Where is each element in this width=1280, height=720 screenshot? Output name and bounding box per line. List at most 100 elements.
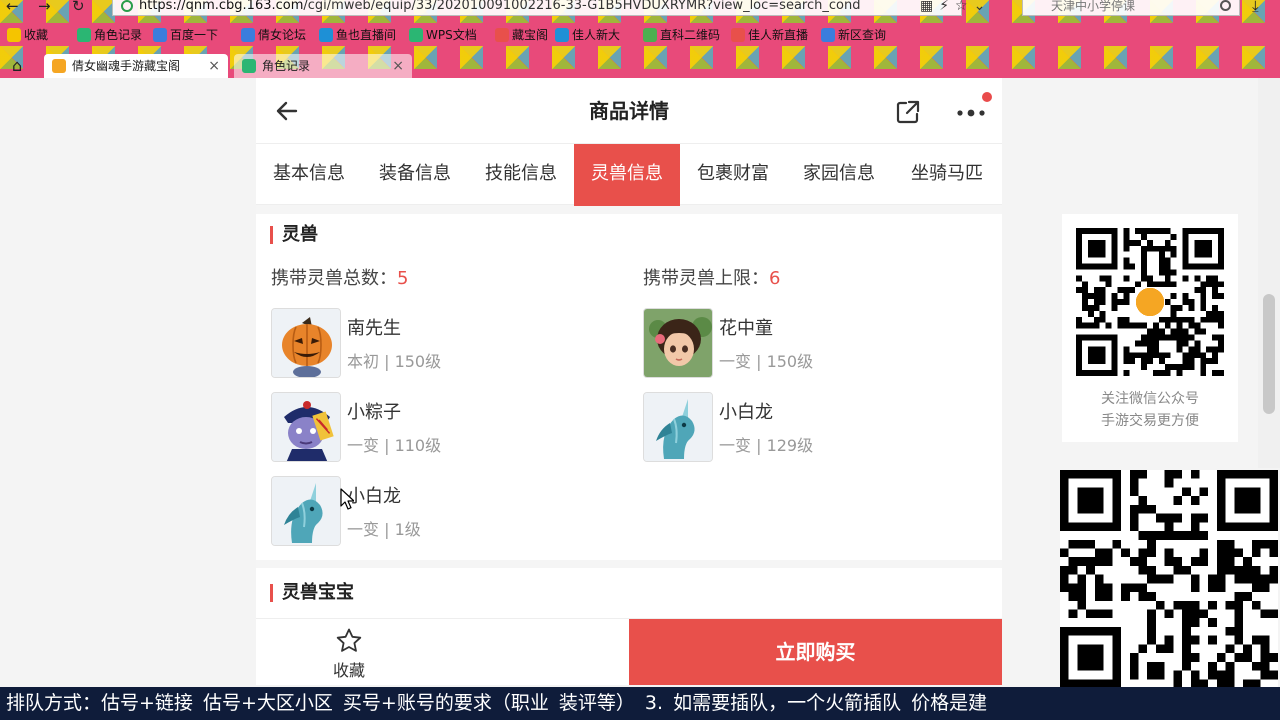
page-scrollbar[interactable] xyxy=(1258,78,1280,468)
scrollbar-thumb[interactable] xyxy=(1263,294,1275,414)
beast-avatar-unicorn xyxy=(271,476,341,546)
beast-card[interactable]: 花中童 一变 | 150级 xyxy=(643,308,1002,380)
more-dots-icon[interactable] xyxy=(954,100,988,126)
beast-name: 花中童 xyxy=(719,318,773,339)
close-tab-icon[interactable]: × xyxy=(392,54,404,78)
browser-search-text: 天津中小学停课 xyxy=(1051,0,1136,13)
bookmark-item[interactable]: 直科二维码 xyxy=(640,25,724,45)
bookmark-item[interactable]: 佳人新直播 xyxy=(728,25,812,45)
star-icon xyxy=(336,628,362,652)
mouse-cursor-icon xyxy=(340,488,354,510)
tab-2[interactable]: 装备信息 xyxy=(362,144,468,206)
browser-tab-cbg[interactable]: 倩女幽魂手游藏宝阁 × xyxy=(44,54,228,78)
bookmark-favicon-icon xyxy=(555,28,569,42)
tab-7[interactable]: 坐骑马匹 xyxy=(892,144,1002,206)
forward-nav-icon[interactable]: → xyxy=(38,0,51,15)
address-row: ← → ↻ https://qnm.cbg.163.com/cgi/mweb/e… xyxy=(0,0,1280,18)
bookmark-favicon-icon xyxy=(319,28,333,42)
beast-card[interactable]: 小白龙 一变 | 1级 xyxy=(271,476,631,548)
bookmark-item[interactable]: 鱼也直播间 xyxy=(316,25,400,45)
address-tools-icons[interactable]: ▦⚡☆⌄ xyxy=(920,0,991,14)
section-title: 灵兽 xyxy=(270,222,318,248)
beast-avatar-pumpkin xyxy=(271,308,341,378)
beast-avatar-girl xyxy=(643,308,713,378)
bookmark-label: 新区查询 xyxy=(838,28,887,42)
bookmark-item[interactable]: 藏宝阁 xyxy=(492,25,552,45)
stream-ticker: 排队方式：估号+链接 估号+大区小区 买号+账号的要求（职业 装评等） 3. 如… xyxy=(0,687,1280,720)
reload-icon[interactable]: ↻ xyxy=(72,0,85,15)
bookmark-label: 百度一下 xyxy=(170,28,219,42)
beast-name: 南先生 xyxy=(347,318,401,339)
back-arrow-icon[interactable] xyxy=(272,96,302,126)
close-tab-icon[interactable]: × xyxy=(208,54,220,78)
beast-total-value: 5 xyxy=(397,268,409,289)
download-icon[interactable]: ⤓ xyxy=(1252,0,1259,15)
bottom-action-bar: 收藏 立即购买 xyxy=(256,618,1002,685)
bookmark-favicon-icon xyxy=(153,28,167,42)
favorite-button[interactable]: 收藏 xyxy=(314,627,384,681)
wechat-qr-card: 关注微信公众号 手游交易更方便 xyxy=(1062,214,1238,442)
browser-tab-label: 角色记录 xyxy=(262,59,311,73)
beast-total: 携带灵兽总数：5 xyxy=(271,264,408,290)
tab-5[interactable]: 包裹财富 xyxy=(680,144,786,206)
bookmark-item[interactable]: 角色记录 xyxy=(74,25,146,45)
beast-avatar-unicorn xyxy=(643,392,713,462)
buy-now-button[interactable]: 立即购买 xyxy=(629,619,1002,685)
cbg-favicon-icon xyxy=(52,59,66,73)
bookmark-item[interactable]: 百度一下 xyxy=(150,25,222,45)
tab-3[interactable]: 技能信息 xyxy=(468,144,574,206)
beast-name: 小白龙 xyxy=(719,402,773,423)
stream-qr-code xyxy=(1060,470,1278,688)
bookmark-item[interactable]: 佳人新大 xyxy=(552,25,624,45)
bookmark-favicon-icon xyxy=(77,28,91,42)
bookmark-label: 收藏 xyxy=(24,28,49,42)
beast-card[interactable]: 南先生 本初 | 150级 xyxy=(271,308,631,380)
url-host: https://qnm.cbg.163.com xyxy=(139,0,304,13)
beast-level: 一变 | 110级 xyxy=(347,436,442,455)
bookmark-favicon-icon xyxy=(495,28,509,42)
share-icon[interactable] xyxy=(894,98,922,126)
qr-caption-line2: 手游交易更方便 xyxy=(1101,413,1199,429)
bookmark-label: 藏宝阁 xyxy=(512,28,549,42)
beast-level: 一变 | 129级 xyxy=(719,436,814,455)
product-detail-page: 商品详情 基本信息 装备信息 技能信息 灵兽信息 包裹财富 家园信息 坐骑马匹 灵兽 携带灵… xyxy=(256,78,1002,685)
beast-card[interactable]: 小白龙 一变 | 129级 xyxy=(643,392,1002,464)
back-nav-icon[interactable]: ← xyxy=(6,0,19,15)
beast-total-label: 携带灵兽总数： xyxy=(271,268,397,289)
bookmark-item[interactable]: 新区查询 xyxy=(818,25,890,45)
bookmark-label: WPS文档 xyxy=(426,28,477,42)
browser-tab-row: ⌂ 倩女幽魂手游藏宝阁 × 角色记录 × + xyxy=(0,52,1280,78)
home-icon[interactable]: ⌂ xyxy=(12,56,22,75)
beast-card[interactable]: 小粽子 一变 | 110级 xyxy=(271,392,631,464)
bookmark-item[interactable]: 收藏 xyxy=(4,25,52,45)
sheet-favicon-icon xyxy=(242,59,256,73)
bookmark-favicon-icon xyxy=(643,28,657,42)
top-bar: 商品详情 xyxy=(256,78,1002,144)
url-path: /cgi/mweb/equip/33/202010091002216-33-G1… xyxy=(303,0,861,13)
bookmark-item[interactable]: 倩女论坛 xyxy=(238,25,310,45)
bookmark-label: 倩女论坛 xyxy=(258,28,307,42)
beast-name: 小粽子 xyxy=(347,402,401,423)
beast-limit: 携带灵兽上限：6 xyxy=(643,264,780,290)
tab-6[interactable]: 家园信息 xyxy=(786,144,892,206)
beast-limit-label: 携带灵兽上限： xyxy=(643,268,769,289)
bookmark-label: 佳人新直播 xyxy=(748,28,809,42)
detail-tabs: 基本信息 装备信息 技能信息 灵兽信息 包裹财富 家园信息 坐骑马匹 xyxy=(256,143,1002,206)
search-icon[interactable] xyxy=(1220,0,1231,11)
bookmark-favicon-icon xyxy=(409,28,423,42)
beast-level: 一变 | 1级 xyxy=(347,520,421,539)
browser-tab-records[interactable]: 角色记录 × xyxy=(234,54,412,78)
wechat-qr-code xyxy=(1076,228,1224,376)
browser-search-box[interactable]: 天津中小学停课 xyxy=(1022,0,1240,16)
tab-4[interactable]: 灵兽信息 xyxy=(574,144,680,206)
address-bar[interactable]: https://qnm.cbg.163.com/cgi/mweb/equip/3… xyxy=(112,0,962,16)
browser-chrome: ← → ↻ https://qnm.cbg.163.com/cgi/mweb/e… xyxy=(0,0,1280,78)
beast-avatar-zombie xyxy=(271,392,341,462)
stream-qr-card xyxy=(1060,470,1278,688)
spirit-beast-section: 灵兽 携带灵兽总数：5 携带灵兽上限：6 南先生 本初 | 150级 花中童 一… xyxy=(256,214,1002,560)
bookmark-item[interactable]: WPS文档 xyxy=(406,25,481,45)
beast-level: 一变 | 150级 xyxy=(719,352,814,371)
bookmark-label: 角色记录 xyxy=(94,28,143,42)
bookmarks-bar: 收藏 角色记录 百度一下 倩女论坛 鱼也直播间 WPS文档 藏宝阁 佳人新大 直科二维码 佳人新直… xyxy=(0,24,1280,46)
tab-1[interactable]: 基本信息 xyxy=(256,144,362,206)
